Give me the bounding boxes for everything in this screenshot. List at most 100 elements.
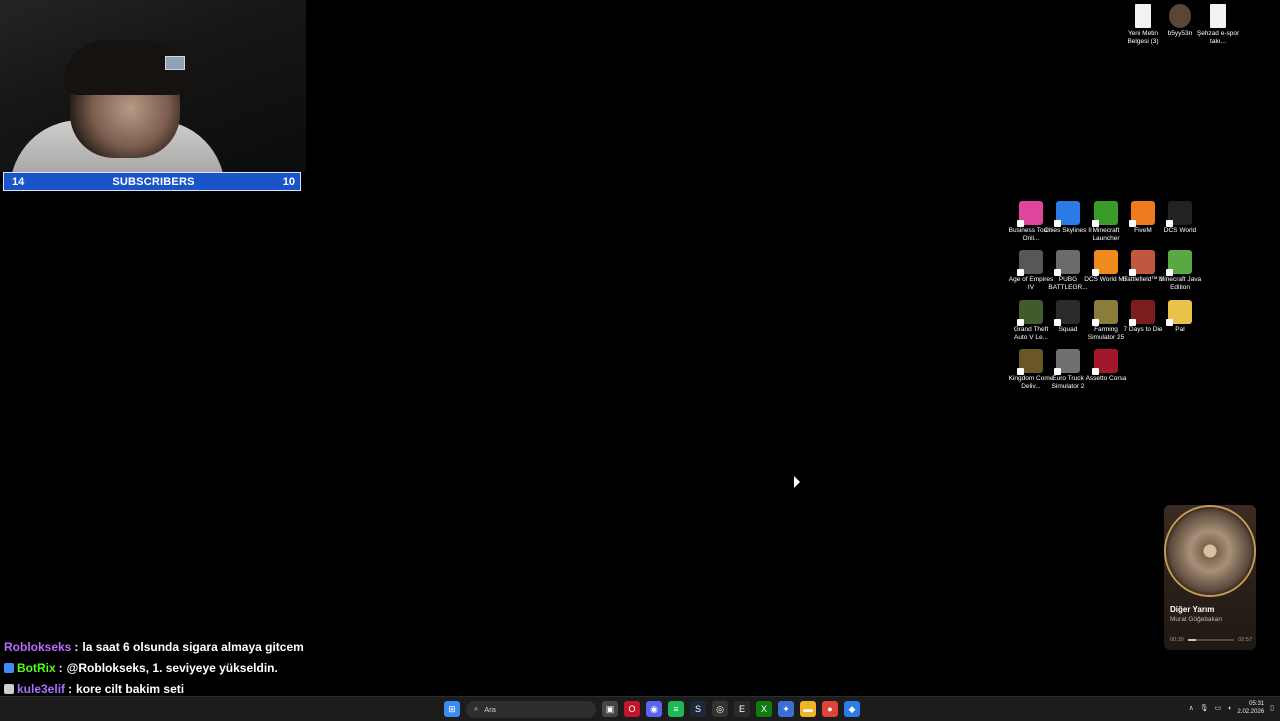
album-art-disc: [1166, 507, 1254, 595]
system-tray: ∧ 🎙 ▭ ◖ 05:31 2.02.2026 ▯: [1189, 700, 1274, 716]
music-widget[interactable]: Diğer Yarım Murat Göğebakan 00:30 02:57: [1164, 505, 1256, 650]
chat-separator: :: [58, 660, 63, 675]
fivem-icon: [1129, 201, 1155, 227]
tray-chevron-icon[interactable]: ∧: [1189, 704, 1194, 712]
chrome-icon[interactable]: ●: [822, 701, 838, 717]
dcs-mt-icon: [1092, 250, 1118, 276]
desktop-icon-label: Minecraft Java Edition: [1158, 276, 1202, 291]
subscriber-count-right: 10: [282, 175, 295, 188]
cities-skylines-icon: [1054, 201, 1080, 227]
shortcut-arrow-icon: [1166, 220, 1173, 227]
opera-icon[interactable]: O: [624, 701, 640, 717]
desktop-icon[interactable]: Assetto Corsa: [1082, 349, 1130, 383]
obs-icon[interactable]: ◎: [712, 701, 728, 717]
microphone-icon[interactable]: 🎙: [1200, 704, 1209, 712]
file-explorer-icon[interactable]: ▬: [800, 701, 816, 717]
desktop-icon[interactable]: Pal: [1156, 300, 1204, 334]
song-title: Diğer Yarım: [1170, 605, 1215, 614]
minecraft-java-icon: [1166, 250, 1192, 276]
camera-device: [165, 56, 185, 70]
chat-text: kore cilt bakim seti: [76, 681, 185, 696]
farming-icon: [1092, 300, 1118, 326]
taskbar: ⊞ ⌕ Ara ▣ O ◉ ≡ S ◎ E X ✦ ▬ ● ◆ ∧ 🎙 ▭ ◖ 05:31 2.02.202…: [0, 696, 1280, 721]
search-icon: ⌕: [474, 704, 479, 713]
shortcut-arrow-icon: [1054, 269, 1061, 276]
elapsed-time: 00:30: [1170, 637, 1184, 643]
spotify-icon[interactable]: ≡: [668, 701, 684, 717]
shortcut-arrow-icon: [1017, 269, 1024, 276]
music-time-row: 00:30 02:57: [1170, 637, 1252, 643]
music-progress-bar[interactable]: [1187, 639, 1235, 641]
pubg-icon: [1054, 250, 1080, 276]
shortcut-arrow-icon: [1017, 220, 1024, 227]
chat-separator: :: [68, 681, 73, 696]
shortcut-arrow-icon: [1017, 368, 1024, 375]
chat-message: Roblokseks: la saat 6 olsunda sigara alma…: [0, 636, 560, 657]
shortcut-arrow-icon: [1129, 319, 1136, 326]
epic-icon[interactable]: E: [734, 701, 750, 717]
chat-message: BotRix: @Roblokseks, 1. seviyeye yükseldi…: [0, 657, 560, 678]
windows-start-icon[interactable]: ⊞: [444, 701, 460, 717]
chat-text: la saat 6 olsunda sigara almaya gitcem: [82, 639, 304, 654]
task-view-icon[interactable]: ▣: [602, 701, 618, 717]
business-tour-icon: [1017, 201, 1043, 227]
clock-date: 2.02.2026: [1237, 709, 1265, 715]
xbox-icon[interactable]: X: [756, 701, 772, 717]
discord-icon[interactable]: ◉: [646, 701, 662, 717]
subscriber-label: SUBSCRIBERS: [112, 175, 195, 188]
kingdom-come-icon: [1017, 349, 1043, 375]
shortcut-arrow-icon: [1092, 368, 1099, 375]
battlefield-icon: [1129, 250, 1155, 276]
assetto-icon: [1092, 349, 1118, 375]
shortcut-arrow-icon: [1054, 319, 1061, 326]
shortcut-arrow-icon: [1166, 269, 1173, 276]
shortcut-arrow-icon: [1054, 368, 1061, 375]
euro-truck-icon: [1054, 349, 1080, 375]
desktop-icon-label: Şehzad e-spor takı...: [1196, 30, 1240, 45]
chat-text: @Roblokseks, 1. seviyeye yükseldin.: [66, 660, 278, 675]
network-icon[interactable]: ▭: [1215, 704, 1222, 712]
notification-icon[interactable]: ▯: [1270, 704, 1274, 712]
text-file-icon: [1210, 4, 1226, 28]
shortcut-arrow-icon: [1092, 319, 1099, 326]
shortcut-arrow-icon: [1129, 220, 1136, 227]
chat-username: BotRix: [17, 660, 56, 675]
minecraft-icon: [1092, 201, 1118, 227]
taskbar-center: ⊞ ⌕ Ara ▣ O ◉ ≡ S ◎ E X ✦ ▬ ● ◆: [444, 700, 860, 718]
desktop-icon[interactable]: Minecraft Java Edition: [1156, 250, 1204, 291]
desktop-icon[interactable]: DCS World: [1156, 201, 1204, 235]
desktop-icon-label: Pal: [1175, 326, 1185, 333]
song-artist: Murat Göğebakan: [1170, 616, 1223, 623]
desktop-icon[interactable]: Şehzad e-spor takı...: [1194, 4, 1242, 45]
volume-icon[interactable]: ◖: [1227, 705, 1231, 712]
chat-username: kule3elif: [17, 681, 66, 696]
clock[interactable]: 05:31 2.02.2026: [1237, 700, 1264, 716]
text-file-icon: [1135, 4, 1151, 28]
total-time: 02:57: [1238, 637, 1252, 643]
copilot-icon[interactable]: ✦: [778, 701, 794, 717]
mouse-cursor-icon: [794, 476, 800, 488]
aoe-icon: [1017, 250, 1043, 276]
chat-username: Roblokseks: [4, 639, 72, 654]
chat-badge-icon: [4, 662, 14, 673]
steam-icon[interactable]: S: [690, 701, 706, 717]
shortcut-arrow-icon: [1054, 220, 1061, 227]
shortcut-arrow-icon: [1166, 319, 1173, 326]
music-progress-fill: [1187, 639, 1196, 641]
shortcut-arrow-icon: [1092, 220, 1099, 227]
chat-badge-icon: [4, 683, 14, 694]
desktop-icon-label: Assetto Corsa: [1085, 375, 1127, 382]
shortcut-arrow-icon: [1129, 269, 1136, 276]
shortcut-arrow-icon: [1017, 319, 1024, 326]
chat-separator: :: [74, 639, 79, 654]
clock-time: 05:31: [1249, 701, 1265, 707]
subscriber-goal-bar: 14 SUBSCRIBERS 10: [3, 172, 301, 191]
search-placeholder: Ara: [484, 704, 496, 714]
pal-icon: [1166, 300, 1192, 326]
app-blue-icon[interactable]: ◆: [844, 701, 860, 717]
subscriber-count-left: 14: [12, 175, 25, 188]
taskbar-search-box[interactable]: ⌕ Ara: [466, 700, 596, 718]
app-icon: [1169, 4, 1191, 28]
gta-icon: [1017, 300, 1043, 326]
shortcut-arrow-icon: [1092, 269, 1099, 276]
